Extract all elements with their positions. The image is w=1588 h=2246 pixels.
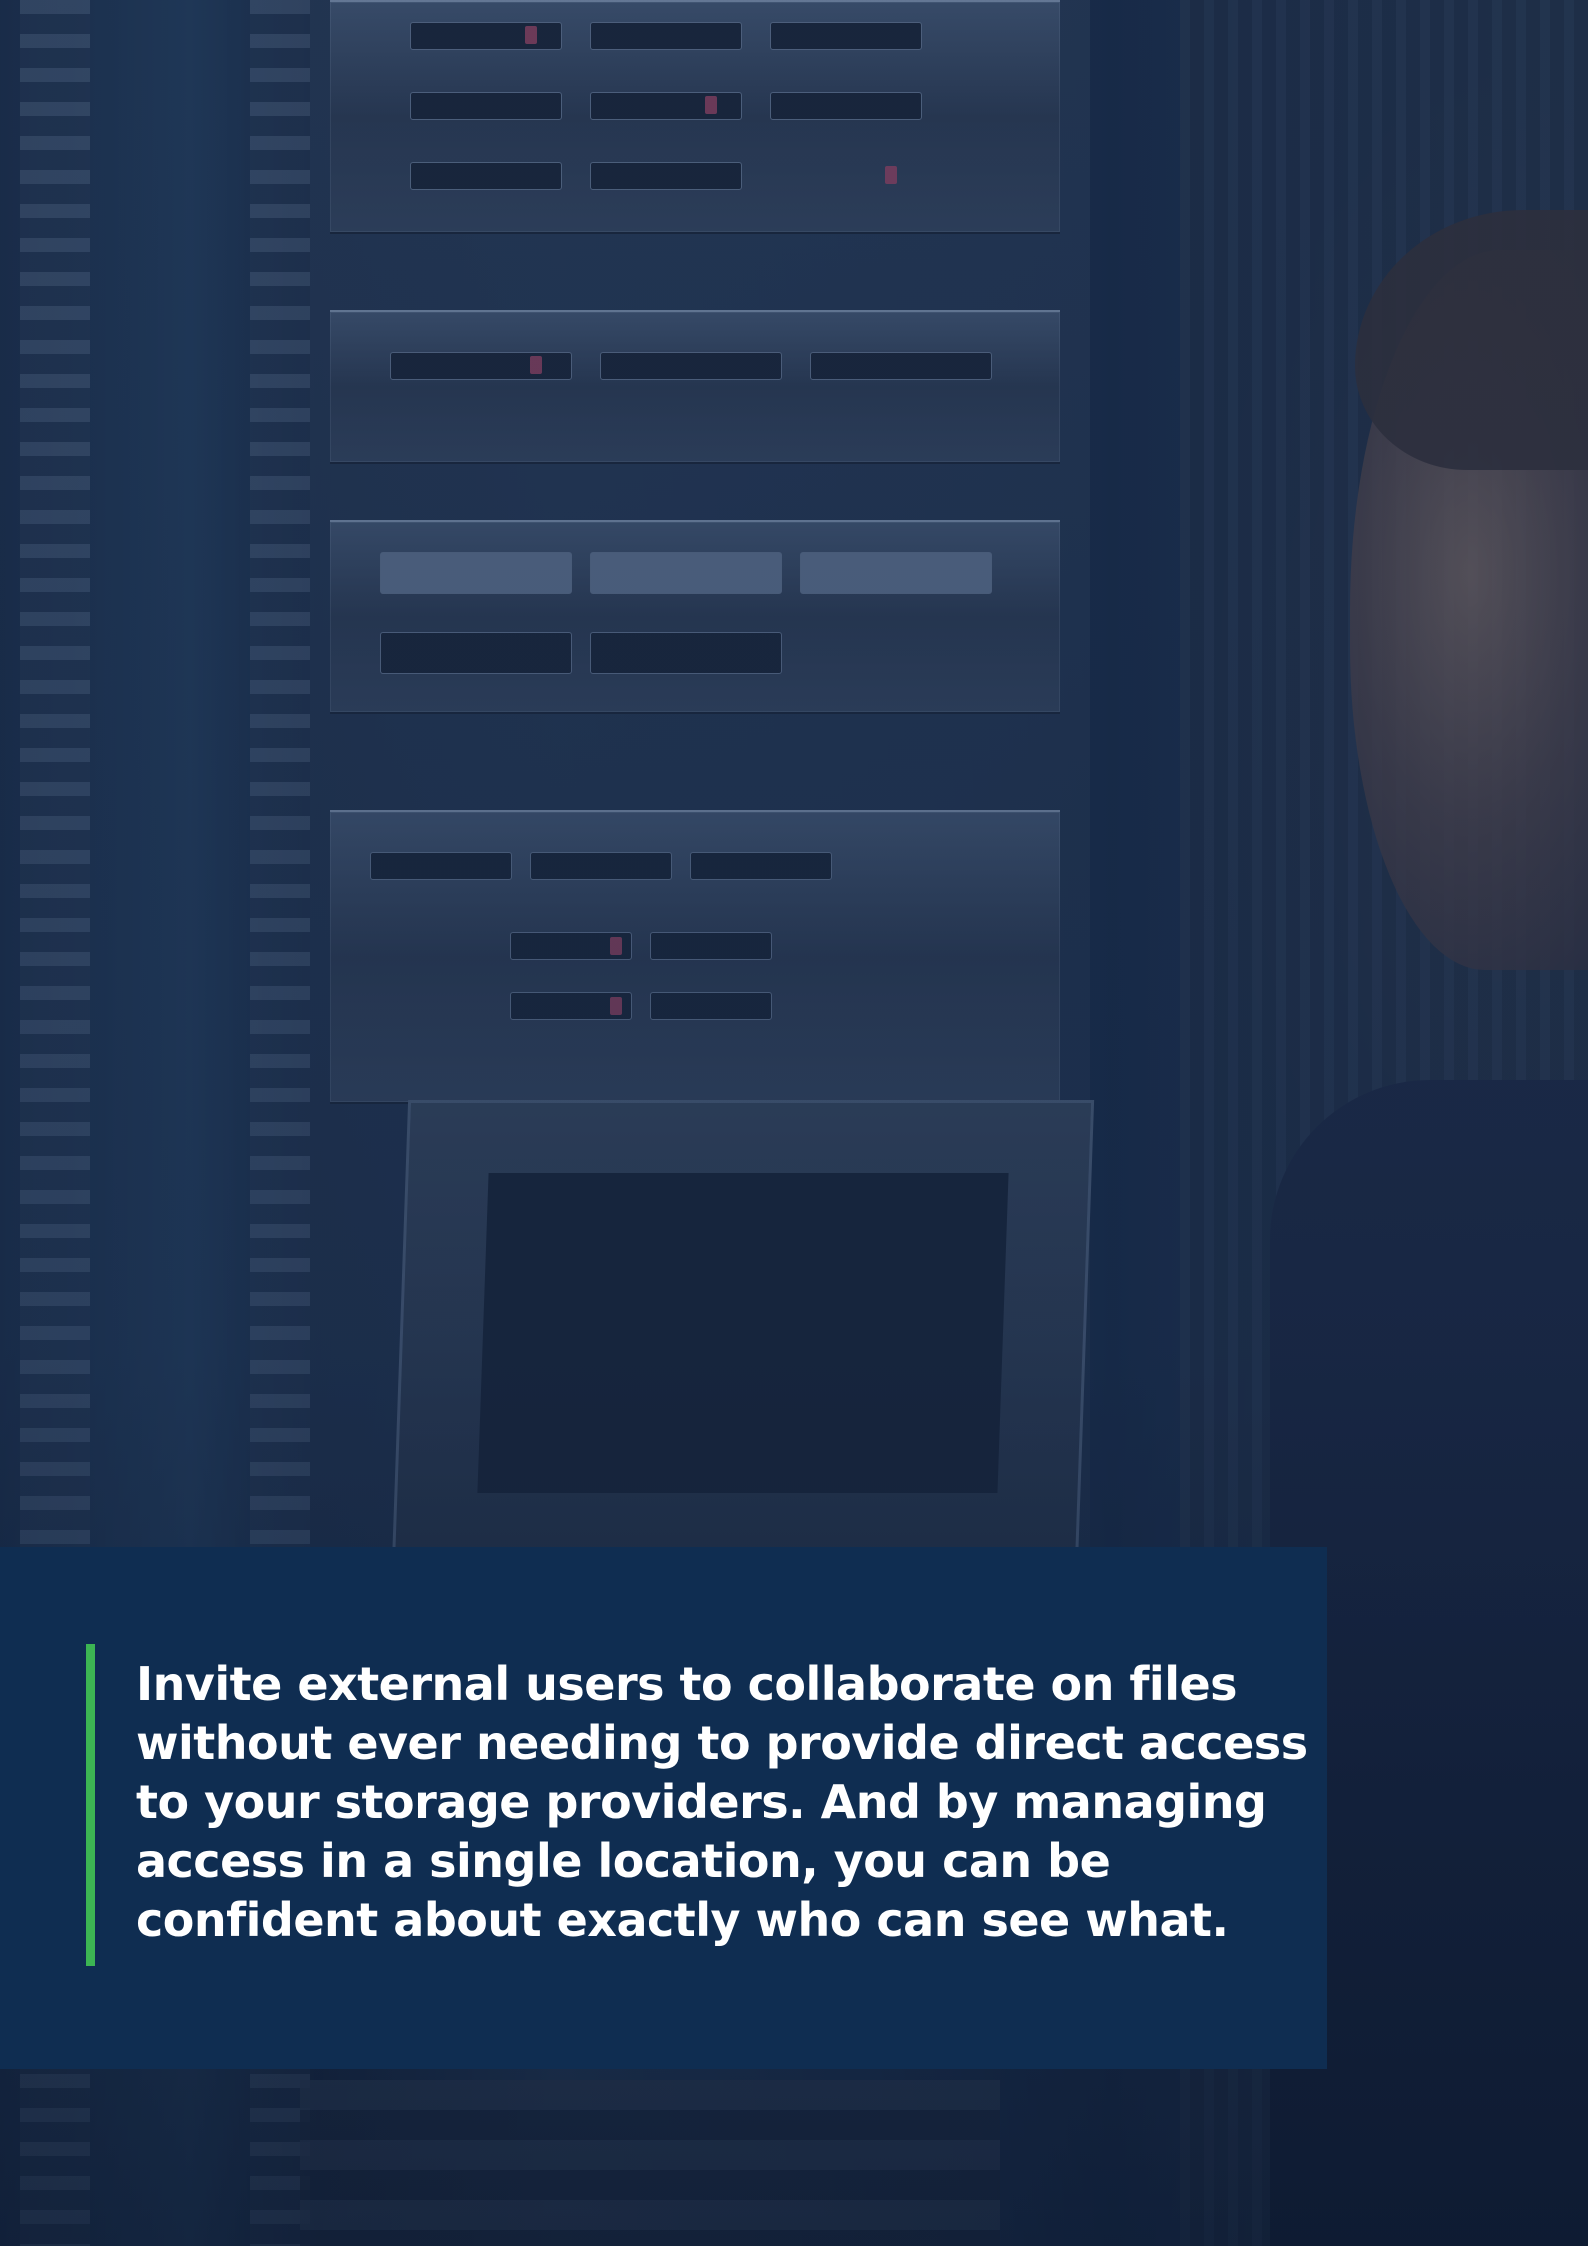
quote-line: Invite external users to collaborate on … (136, 1657, 1238, 1711)
quote-line: confident about exactly who can see what… (136, 1893, 1229, 1947)
quote-text: Invite external users to collaborate on … (136, 1655, 1308, 1950)
quote-line: to your storage providers. And by managi… (136, 1775, 1267, 1829)
quote-panel: Invite external users to collaborate on … (0, 1547, 1327, 2069)
quote-accent-bar (86, 1644, 95, 1966)
quote-line: without ever needing to provide direct a… (136, 1716, 1308, 1770)
page: Invite external users to collaborate on … (0, 0, 1588, 2246)
quote-line: access in a single location, you can be (136, 1834, 1111, 1888)
